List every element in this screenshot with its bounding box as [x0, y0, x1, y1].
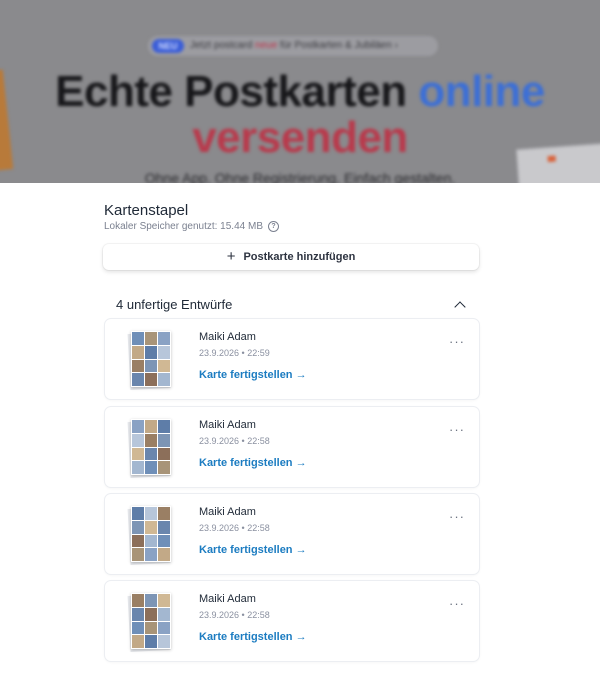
photo-tile [145, 520, 157, 534]
photo-tile [145, 373, 157, 386]
photo-tile [132, 534, 144, 548]
draft-timestamp: 23.9.2026 • 22:58 [199, 523, 270, 533]
help-circle-icon[interactable]: ? [267, 221, 279, 232]
photo-tile [158, 607, 170, 621]
announcement-badge: NEU [152, 39, 184, 53]
hero-subline: Ohne App. Ohne Registrierung. Einfach ge… [144, 170, 456, 183]
photo-tile [145, 594, 157, 607]
photo-tile [132, 548, 144, 561]
postcard-thumbnail [127, 593, 171, 653]
photo-tile [145, 534, 157, 548]
photo-tile [145, 447, 157, 461]
photo-tile [158, 520, 170, 534]
photo-tile [145, 621, 157, 635]
photo-tile [158, 534, 170, 548]
draft-recipient: Maiki Adam [199, 593, 256, 605]
more-horizontal-icon[interactable]: ··· [449, 597, 465, 610]
photo-tile [145, 420, 157, 433]
photo-tile [158, 621, 170, 635]
photo-tile [158, 433, 170, 447]
photo-tile [145, 359, 157, 373]
postcard-thumbnail [127, 506, 171, 566]
draft-card[interactable]: Maiki Adam 23.9.2026 • 22:58 Karte ferti… [104, 493, 480, 575]
photo-tile [145, 332, 157, 345]
photo-tile [158, 447, 170, 461]
photo-tile [132, 635, 144, 648]
photo-tile [145, 433, 157, 447]
panel-title: Kartenstapel [104, 202, 189, 219]
photo-tile [158, 373, 170, 386]
photo-tile [132, 461, 144, 474]
plus-icon: + [226, 248, 236, 265]
draft-timestamp: 23.9.2026 • 22:58 [199, 610, 270, 620]
photo-tile [132, 332, 144, 345]
photo-tile [158, 548, 170, 561]
finish-card-link[interactable]: Karte fertigstellen → [199, 631, 307, 643]
photo-tile [132, 520, 144, 534]
draft-timestamp: 23.9.2026 • 22:59 [199, 348, 270, 358]
photo-tile [145, 607, 157, 621]
photo-tile [132, 359, 144, 373]
storage-info: Lokaler Speicher genutzt: 15.44 MB ? [104, 221, 279, 232]
photo-tile [145, 461, 157, 474]
photo-tile [132, 607, 144, 621]
add-postcard-label: Postkarte hinzufügen [243, 251, 356, 263]
draft-recipient: Maiki Adam [199, 419, 256, 431]
photo-tile [132, 594, 144, 607]
drafts-heading: 4 unfertige Entwürfe [116, 296, 233, 312]
photo-tile [145, 635, 157, 648]
background-hero: NEU Jetzt postcard neue für Postkarten &… [0, 0, 600, 183]
photo-tile [132, 507, 144, 520]
photo-tile [132, 433, 144, 447]
more-horizontal-icon[interactable]: ··· [449, 423, 465, 436]
more-horizontal-icon[interactable]: ··· [449, 510, 465, 523]
photo-tile [132, 447, 144, 461]
chevron-up-icon[interactable] [454, 300, 466, 313]
photo-tile [158, 345, 170, 359]
photo-tile [145, 345, 157, 359]
storage-text: Lokaler Speicher genutzt: 15.44 MB [104, 221, 263, 232]
postcard-thumbnail [127, 419, 171, 479]
hero-headline-line2: versenden [192, 113, 408, 162]
finish-card-link[interactable]: Karte fertigstellen → [199, 369, 307, 381]
photo-tile [158, 359, 170, 373]
draft-card[interactable]: Maiki Adam 23.9.2026 • 22:59 Karte ferti… [104, 318, 480, 400]
postcard-thumbnail [127, 331, 171, 391]
finish-card-link[interactable]: Karte fertigstellen → [199, 457, 307, 469]
photo-tile [132, 345, 144, 359]
photo-tile [158, 635, 170, 648]
photo-tile [158, 332, 170, 345]
draft-timestamp: 23.9.2026 • 22:58 [199, 436, 270, 446]
draft-card[interactable]: Maiki Adam 23.9.2026 • 22:58 Karte ferti… [104, 406, 480, 488]
drafts-section-toggle[interactable]: 4 unfertige Entwürfe [116, 295, 468, 313]
photo-tile [158, 507, 170, 520]
photo-tile [158, 461, 170, 474]
add-postcard-button[interactable]: + Postkarte hinzufügen [103, 244, 479, 270]
photo-tile [158, 420, 170, 433]
photo-tile [145, 548, 157, 561]
more-horizontal-icon[interactable]: ··· [449, 335, 465, 348]
draft-card[interactable]: Maiki Adam 23.9.2026 • 22:58 Karte ferti… [104, 580, 480, 662]
finish-card-link[interactable]: Karte fertigstellen → [199, 544, 307, 556]
draft-recipient: Maiki Adam [199, 331, 256, 343]
photo-tile [158, 594, 170, 607]
photo-tile [132, 420, 144, 433]
photo-tile [132, 621, 144, 635]
announcement-text: Jetzt postcard neue für Postkarten & Jub… [190, 40, 398, 51]
draft-recipient: Maiki Adam [199, 506, 256, 518]
photo-tile [145, 507, 157, 520]
photo-tile [132, 373, 144, 386]
